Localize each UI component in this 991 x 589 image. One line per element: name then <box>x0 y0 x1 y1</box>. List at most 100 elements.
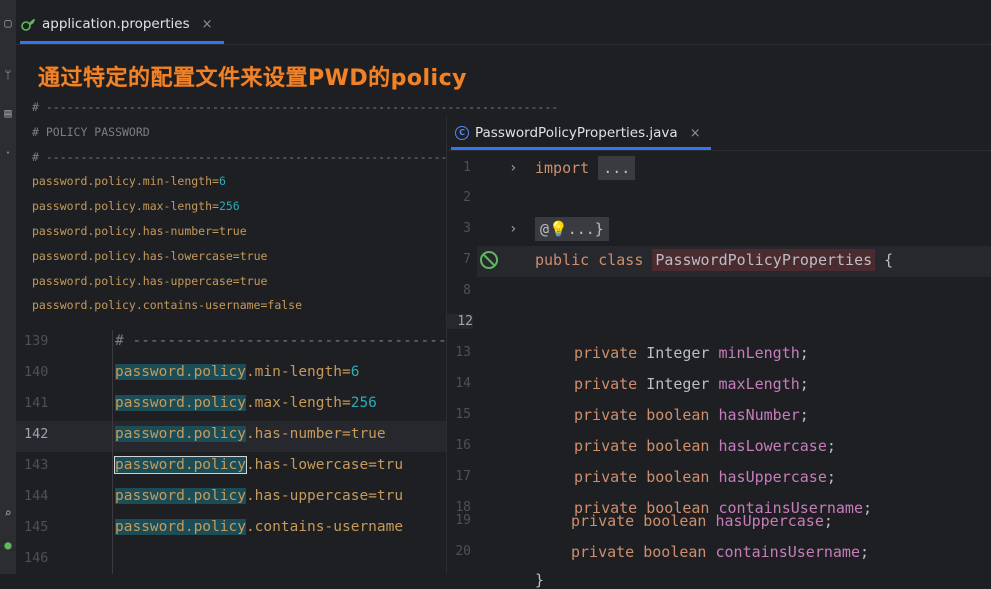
code-line: private boolean hasUppercase; <box>574 468 836 486</box>
java-code-area[interactable]: 1 › import ... 2 3 › @💡...} 7 public class Passw… <box>447 150 991 589</box>
keyword: boolean <box>646 468 719 486</box>
property-value: true <box>218 224 247 238</box>
property-value: tru <box>376 457 404 473</box>
highlighted-key: password.policy <box>115 488 246 504</box>
comment-text: # POLICY PASSWORD <box>32 124 150 139</box>
code-line: private boolean hasLowercase; <box>574 437 836 455</box>
code-text: ; <box>799 406 809 424</box>
tab-label: application.properties <box>42 16 190 32</box>
keyword: private <box>571 543 644 561</box>
highlighted-key: password.policy <box>115 426 246 442</box>
keyword: private <box>574 375 647 393</box>
properties-editor[interactable]: 139 # -----------------------------------… <box>16 328 508 574</box>
property-value: true <box>239 273 268 288</box>
code-line: private boolean hasNumber; <box>574 406 809 424</box>
property-key: password.policy.max-length= <box>32 199 219 214</box>
code-line: password.policy.max-length=256 <box>115 395 377 411</box>
keyword: private <box>574 406 647 424</box>
code-text: ; <box>863 499 873 517</box>
line-number: 142 <box>24 426 49 442</box>
line-number: 7 <box>463 252 471 267</box>
java-editor-panel: C PasswordPolicyProperties.java × 1 › impo… <box>446 116 991 589</box>
line-number: 8 <box>463 283 471 298</box>
tab-application-properties[interactable]: application.properties × <box>20 8 213 40</box>
properties-snippet: # --------------------------------------… <box>28 96 558 328</box>
field-name: minLength <box>718 344 800 362</box>
property-line: password.policy.has-number=true <box>32 224 247 238</box>
keyword: boolean <box>646 406 719 424</box>
property-value: true <box>239 248 268 263</box>
class-c-icon: C <box>455 126 469 140</box>
search-icon[interactable]: ⌕ <box>0 506 16 520</box>
keyword: private <box>574 468 647 486</box>
line-number: 3 <box>463 221 471 236</box>
no-usages-icon[interactable] <box>479 250 499 270</box>
annotation-headline: 通过特定的配置文件来设置PWD的policy <box>38 66 467 91</box>
folded-region[interactable]: @💡...} <box>535 217 609 241</box>
code-line: private Integer maxLength; <box>574 375 809 393</box>
tool-window-strip: ▢ ᛘ ▤ · ⌕ ● <box>0 0 16 574</box>
line-number: 19 <box>455 513 471 528</box>
property-value: tru <box>376 488 404 504</box>
code-line: @💡...} <box>535 217 609 241</box>
property-line: password.policy.has-lowercase=true <box>32 249 267 263</box>
comment-line: # POLICY PASSWORD <box>32 125 150 139</box>
code-text: { <box>875 251 894 269</box>
field-name: hasLowercase <box>718 437 827 455</box>
close-icon[interactable]: × <box>202 17 213 32</box>
property-value: 256 <box>350 395 377 411</box>
property-value: true <box>350 426 386 442</box>
close-icon[interactable]: × <box>690 126 701 141</box>
project-icon[interactable]: ▢ <box>0 16 16 30</box>
property-key-rest: .has-uppercase= <box>245 488 377 504</box>
field-name: hasUppercase <box>718 468 827 486</box>
field-name: hasNumber <box>718 406 800 424</box>
line-number: 20 <box>455 544 471 559</box>
line-number: 146 <box>24 550 49 566</box>
more-icon[interactable]: · <box>0 146 16 160</box>
property-key-rest: .has-number= <box>245 426 351 442</box>
keyword: public class <box>535 251 653 269</box>
line-number: 14 <box>455 376 471 391</box>
line-number: 141 <box>24 395 49 411</box>
line-number: 16 <box>455 438 471 453</box>
code-text: Integer <box>646 344 719 362</box>
highlighted-key: password.policy <box>115 519 246 535</box>
field-name: hasUppercase <box>715 512 824 530</box>
code-line: password.policy.has-number=true <box>115 426 386 442</box>
highlighted-key: password.policy <box>114 456 247 474</box>
class-name: PasswordPolicyProperties <box>652 249 876 271</box>
keyword: private <box>571 512 644 530</box>
code-text: ; <box>826 468 836 486</box>
chevron-right-icon[interactable]: › <box>509 221 517 237</box>
comment-line: # --------------------------------------… <box>32 100 558 114</box>
code-line: public class PasswordPolicyProperties { <box>535 249 894 271</box>
keyword: boolean <box>646 437 719 455</box>
status-dot-icon: ● <box>4 538 12 552</box>
property-key-rest: .has-lowercase= <box>245 457 377 473</box>
chevron-right-icon[interactable]: › <box>509 160 517 176</box>
property-key: password.policy.has-uppercase= <box>32 273 240 288</box>
line-number: 139 <box>24 333 49 349</box>
line-number: 13 <box>455 345 471 360</box>
code-text: ; <box>823 512 833 530</box>
code-text: Integer <box>646 375 719 393</box>
property-key-rest: .max-length= <box>245 395 351 411</box>
commit-icon[interactable]: ᛘ <box>0 68 16 82</box>
code-text: ; <box>799 344 809 362</box>
code-text: ; <box>799 375 809 393</box>
property-key: password.policy.has-number= <box>32 224 219 238</box>
code-line: password.policy.has-lowercase=tru <box>114 456 404 474</box>
gear-leaf-icon <box>21 18 35 31</box>
property-value: 256 <box>218 199 240 214</box>
structure-icon[interactable]: ▤ <box>0 106 16 120</box>
property-key: password.policy.contains-username= <box>32 298 268 313</box>
code-line: private Integer minLength; <box>574 344 809 362</box>
highlighted-key: password.policy <box>115 395 246 411</box>
tab-password-policy-properties[interactable]: C PasswordPolicyProperties.java × <box>455 116 701 150</box>
folded-region[interactable]: ... <box>598 156 636 180</box>
highlighted-key: password.policy <box>115 364 246 380</box>
comment-text: # --------------------------------------… <box>32 100 559 114</box>
property-line: password.policy.has-uppercase=true <box>32 274 267 288</box>
property-line: password.policy.min-length=6 <box>32 174 226 188</box>
